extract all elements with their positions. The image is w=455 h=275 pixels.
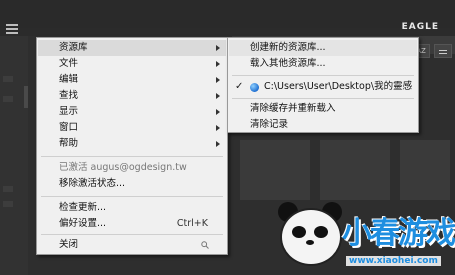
submenu-arrow-icon [216,61,220,67]
panda-eye [292,226,306,238]
panda-eye [314,226,328,238]
menu-item-label: 文件 [59,58,79,69]
menu-separator [41,196,223,197]
menu-item-label: 帮助 [59,138,79,149]
submenu-item-clear-cache[interactable]: 清除缓存并重新载入 [229,101,417,117]
menu-item-check-updates[interactable]: 检查更新... [38,200,226,216]
submenu-item-load-library[interactable]: 载入其他资源库... [229,56,417,72]
menu-item-label: 显示 [59,106,79,117]
submenu-arrow-icon [216,45,220,51]
menu-item-label: 资源库 [59,42,88,53]
menu-item-label: 编辑 [59,74,79,85]
menu-item-label: 窗口 [59,122,79,133]
checkmark-icon: ✓ [235,81,244,92]
menu-item-preferences[interactable]: 偏好设置... Ctrl+K [38,216,226,232]
watermark: 小春游戏 www.xiaohei.com [270,196,455,275]
menu-separator [232,98,414,99]
search-icon [201,241,209,249]
library-path: C:\Users\User\Desktop\我的靈感 [264,81,413,92]
submenu-arrow-icon [216,141,220,147]
panda-nose [306,240,314,245]
menu-item-remove-activation[interactable]: 移除激活状态... [38,176,226,192]
menu-item-window[interactable]: 窗口 [38,120,226,136]
activation-label: 已激活 augus@ogdesign.tw [59,162,187,173]
menu-item-label: 查找 [59,90,79,101]
watermark-url: www.xiaohei.com [346,256,441,266]
sidebar-item[interactable] [3,96,13,102]
menu-item-close[interactable]: 关闭 [38,237,226,253]
menu-separator [232,75,414,76]
activation-status: 已激活 augus@ogdesign.tw [38,160,226,176]
menu-item-file[interactable]: 文件 [38,56,226,72]
menu-item-label: 偏好设置... [59,218,107,229]
filter-icon[interactable] [434,44,452,58]
asset-thumbnail[interactable] [320,140,390,200]
submenu-item-label: 载入其他资源库... [250,58,326,69]
shortcut-label: Ctrl+K [176,218,208,229]
title-bar [0,0,455,28]
submenu-item-label: 清除记录 [250,119,289,130]
asset-thumbnail[interactable] [400,140,450,200]
submenu-arrow-icon [216,125,220,131]
menu-item-view[interactable]: 显示 [38,104,226,120]
submenu-arrow-icon [216,109,220,115]
sidebar-item[interactable] [3,76,13,82]
submenu-item-label: 清除缓存并重新载入 [250,103,336,114]
submenu-item-label: 创建新的资源库... [250,42,326,53]
library-submenu: 创建新的资源库... 载入其他资源库... ✓ C:\Users\User\De… [227,37,419,133]
main-menu: 资源库 文件 编辑 查找 显示 窗口 帮助 已激活 augus@ogdesign… [36,37,228,255]
watermark-title: 小春游戏 [342,216,455,251]
submenu-arrow-icon [216,93,220,99]
menu-item-label: 检查更新... [59,202,107,213]
asset-thumbnail[interactable] [240,140,310,200]
menu-item-label: 移除激活状态... [59,178,126,189]
submenu-item-current-library[interactable]: ✓ C:\Users\User\Desktop\我的靈感 [229,79,417,95]
panda-mascot [280,208,342,266]
menu-item-edit[interactable]: 编辑 [38,72,226,88]
sidebar [0,36,28,275]
app-brand: EAGLE [401,22,439,32]
menu-item-find[interactable]: 查找 [38,88,226,104]
menu-separator [41,234,223,235]
sidebar-item[interactable] [3,201,13,207]
sidebar-item[interactable] [3,186,13,192]
menu-item-help[interactable]: 帮助 [38,136,226,152]
menu-separator [41,156,223,157]
menu-item-library[interactable]: 资源库 [38,40,226,56]
menu-item-label: 关闭 [59,239,79,250]
submenu-item-clear-history[interactable]: 清除记录 [229,117,417,133]
submenu-item-create-library[interactable]: 创建新的资源库... [229,40,417,56]
submenu-arrow-icon [216,77,220,83]
hamburger-icon[interactable] [6,24,18,34]
globe-icon [250,83,259,92]
